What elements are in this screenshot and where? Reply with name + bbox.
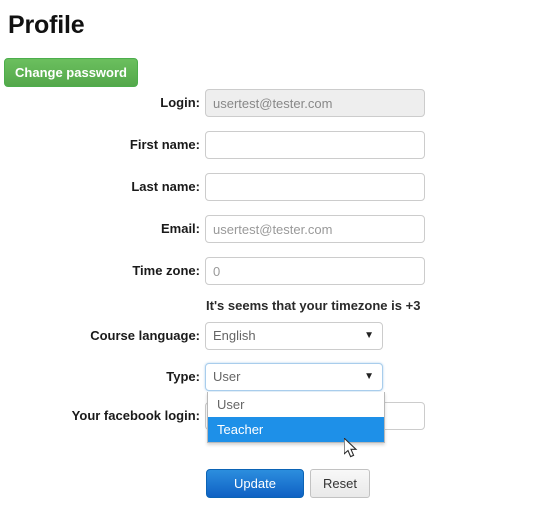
email-input[interactable]	[205, 215, 425, 243]
course-language-select[interactable]: English ▼	[205, 322, 383, 350]
form-row-login: Login:	[0, 89, 560, 117]
dropdown-option-teacher[interactable]: Teacher	[208, 417, 384, 442]
label-type: Type:	[166, 369, 200, 384]
page-title: Profile	[8, 11, 85, 39]
label-email: Email:	[160, 221, 200, 236]
type-select[interactable]: User ▼	[205, 363, 383, 391]
change-password-button[interactable]: Change password	[4, 58, 138, 87]
login-input	[205, 89, 425, 117]
first-name-input[interactable]	[205, 131, 425, 159]
form-row-time-zone: Time zone:	[0, 257, 560, 285]
label-course-language: Course language:	[90, 328, 200, 343]
label-login: Login:	[160, 95, 200, 110]
form-row-first-name: First name:	[0, 131, 560, 159]
form-row-email: Email:	[0, 215, 560, 243]
time-zone-input[interactable]	[205, 257, 425, 285]
form-row-last-name: Last name:	[0, 173, 560, 201]
label-last-name: Last name:	[131, 179, 200, 194]
last-name-input[interactable]	[205, 173, 425, 201]
label-time-zone: Time zone:	[132, 263, 200, 278]
label-facebook-login: Your facebook login:	[71, 408, 200, 423]
timezone-hint: It's seems that your timezone is +3	[206, 298, 421, 313]
course-language-value: English	[213, 328, 256, 343]
update-button[interactable]: Update	[206, 469, 304, 498]
chevron-down-icon: ▼	[364, 330, 374, 341]
reset-button[interactable]: Reset	[310, 469, 370, 498]
chevron-down-icon: ▼	[364, 371, 374, 382]
label-first-name: First name:	[129, 137, 200, 152]
dropdown-option-user[interactable]: User	[208, 392, 384, 417]
type-dropdown-list[interactable]: User Teacher	[207, 392, 385, 443]
type-selected-value: User	[213, 369, 241, 384]
